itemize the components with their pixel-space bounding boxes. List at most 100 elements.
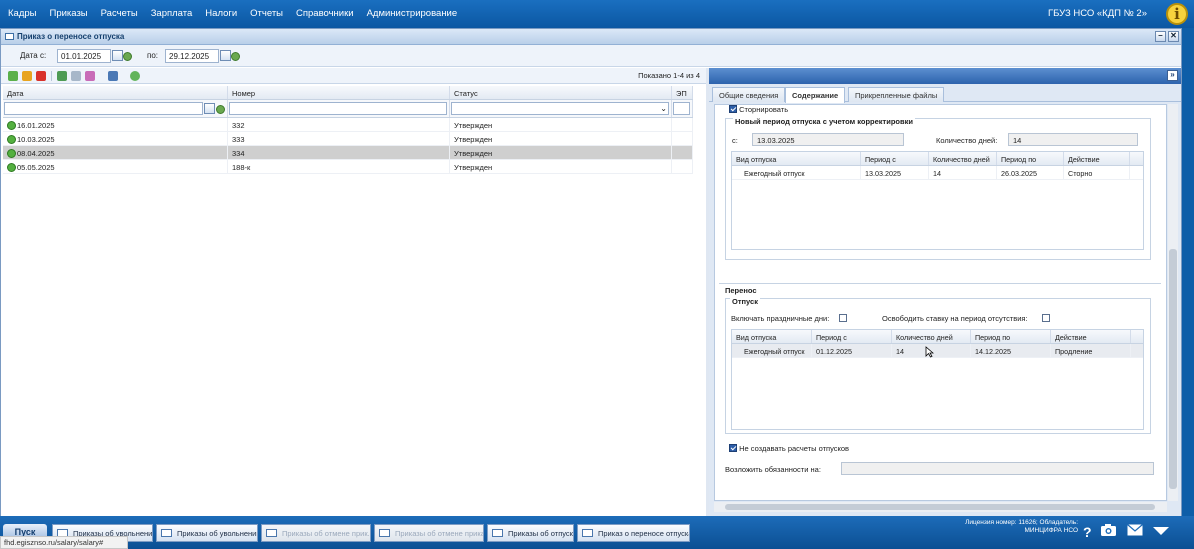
menu-item-spravochniki[interactable]: Справочники [296,8,354,19]
info-icon[interactable]: i [1166,3,1188,25]
tab-attachments[interactable]: Прикрепленные файлы [848,87,945,102]
taskbar-item[interactable]: Приказы об увольнении [156,524,258,542]
duties-field[interactable] [841,462,1154,475]
taskbar-item[interactable]: Приказы об отмене прика... [374,524,484,542]
delete-icon[interactable] [36,71,46,81]
mail-icon[interactable] [1127,524,1143,536]
column-period-from[interactable]: Период с [861,152,929,165]
row-number: 332 [228,118,450,131]
sign-icon[interactable] [85,71,95,81]
top-menu-bar: Кадры Приказы Расчеты Зарплата Налоги От… [0,0,1194,28]
taskbar-item[interactable]: Приказы об отмене прик... [261,524,371,542]
period-from-field[interactable]: 13.03.2025 [752,133,904,146]
cell-action: Продление [1051,344,1131,357]
approved-icon [7,149,16,158]
row-status: Утвержден [450,118,672,131]
menu-item-zarplata[interactable]: Зарплата [151,8,193,19]
column-days[interactable]: Количество дней [892,330,971,343]
column-ep[interactable]: ЭП [672,86,693,99]
cell-period-to: 26.03.2025 [997,166,1064,179]
column-period-to[interactable]: Период по [997,152,1064,165]
minimize-button[interactable]: – [1155,31,1166,42]
no-calc-checkbox[interactable] [729,444,737,452]
column-period-to[interactable]: Период по [971,330,1051,343]
number-filter-input[interactable] [229,102,447,115]
column-leave-type[interactable]: Вид отпуска [732,330,812,343]
date-from-label: Дата с: [20,51,47,60]
scroll-thumb[interactable] [725,504,1155,510]
chevron-down-icon[interactable]: ⌄ [660,104,667,113]
edit-icon[interactable] [22,71,32,81]
unapprove-icon[interactable] [71,71,81,81]
window-icon [582,529,593,537]
transfer-table: Вид отпуска Период с Количество дней Пер… [731,329,1144,430]
row-ep [672,160,693,173]
menu-item-admin[interactable]: Администрирование [367,8,458,19]
license-line-2: МИНЦИФРА НСО [1024,527,1078,534]
cell-leave-type: Ежегодный отпуск [732,344,812,357]
table-row[interactable]: 05.05.2025 188-к Утвержден [3,160,693,174]
table-row[interactable]: 16.01.2025 332 Утвержден [3,118,693,132]
collapse-icon[interactable]: » [1167,70,1178,81]
holidays-checkbox[interactable] [839,314,848,322]
menu-item-otchety[interactable]: Отчеты [250,8,283,19]
new-period-table: Вид отпуска Период с Количество дней Пер… [731,151,1144,250]
date-to-input[interactable]: 29.12.2025 [165,49,219,63]
approve-icon[interactable] [57,71,67,81]
close-button[interactable]: ✕ [1168,31,1179,42]
days-field[interactable]: 14 [1008,133,1138,146]
menu-item-kadry[interactable]: Кадры [8,8,36,19]
tab-content[interactable]: Содержание [785,87,846,103]
leave-fieldset: Отпуск Включать праздничные дни: Освобод… [725,297,1151,434]
column-action[interactable]: Действие [1064,152,1130,165]
records-count: Показано 1-4 из 4 [638,71,700,80]
row-date: 05.05.2025 [17,163,55,172]
row-ep [672,146,693,159]
column-number[interactable]: Номер [228,86,450,99]
table-row-selected[interactable]: 08.04.2025 334 Утвержден [3,146,693,160]
storno-checkbox[interactable] [729,105,737,113]
column-date[interactable]: Дата [3,86,228,99]
add-icon[interactable] [8,71,18,81]
vertical-scrollbar[interactable] [1168,104,1178,501]
chevron-down-icon[interactable] [1153,527,1169,536]
row-date: 16.01.2025 [17,121,55,130]
horizontal-scrollbar[interactable] [714,502,1167,512]
refresh-icon[interactable] [130,71,140,81]
order-detail-pane: » Общие сведения Содержание Прикрепленны… [709,68,1181,516]
column-days[interactable]: Количество дней [929,152,997,165]
print-icon[interactable] [108,71,118,81]
column-leave-type[interactable]: Вид отпуска [732,152,861,165]
scroll-thumb[interactable] [1169,249,1177,489]
table-row[interactable]: 10.03.2025 333 Утвержден [3,132,693,146]
from-label: с: [732,136,738,145]
taskbar-item[interactable]: Приказы об отпуске [487,524,574,542]
date-to-label: по: [147,51,159,60]
menu-item-nalogi[interactable]: Налоги [205,8,237,19]
table-row[interactable]: Ежегодный отпуск 13.03.2025 14 26.03.202… [732,166,1143,180]
calendar-icon[interactable] [204,103,215,114]
camera-icon[interactable] [1100,523,1117,537]
tab-general[interactable]: Общие сведения [712,87,786,102]
date-from-input[interactable]: 01.01.2025 [57,49,111,63]
menu-item-raschety[interactable]: Расчеты [101,8,138,19]
free-rate-checkbox[interactable] [1041,314,1050,322]
refresh-icon[interactable] [216,105,225,114]
status-filter-select[interactable] [451,102,669,115]
help-icon[interactable]: ? [1083,524,1092,540]
column-action[interactable]: Действие [1051,330,1131,343]
detail-tabs: Общие сведения Содержание Прикрепленные … [709,84,1181,103]
row-date: 08.04.2025 [17,149,55,158]
refresh-icon[interactable] [123,52,132,61]
row-status: Утвержден [450,160,672,173]
refresh-icon[interactable] [231,52,240,61]
date-filter-input[interactable] [4,102,203,115]
column-status[interactable]: Статус [450,86,672,99]
calendar-icon[interactable] [220,50,231,61]
ep-filter-input[interactable] [673,102,690,115]
table-row[interactable]: Ежегодный отпуск 01.12.2025 14 14.12.202… [732,344,1143,358]
taskbar-item-active[interactable]: Приказ о переносе отпуска [577,524,690,542]
column-period-from[interactable]: Период с [812,330,892,343]
calendar-icon[interactable] [112,50,123,61]
menu-item-prikazy[interactable]: Приказы [49,8,87,19]
